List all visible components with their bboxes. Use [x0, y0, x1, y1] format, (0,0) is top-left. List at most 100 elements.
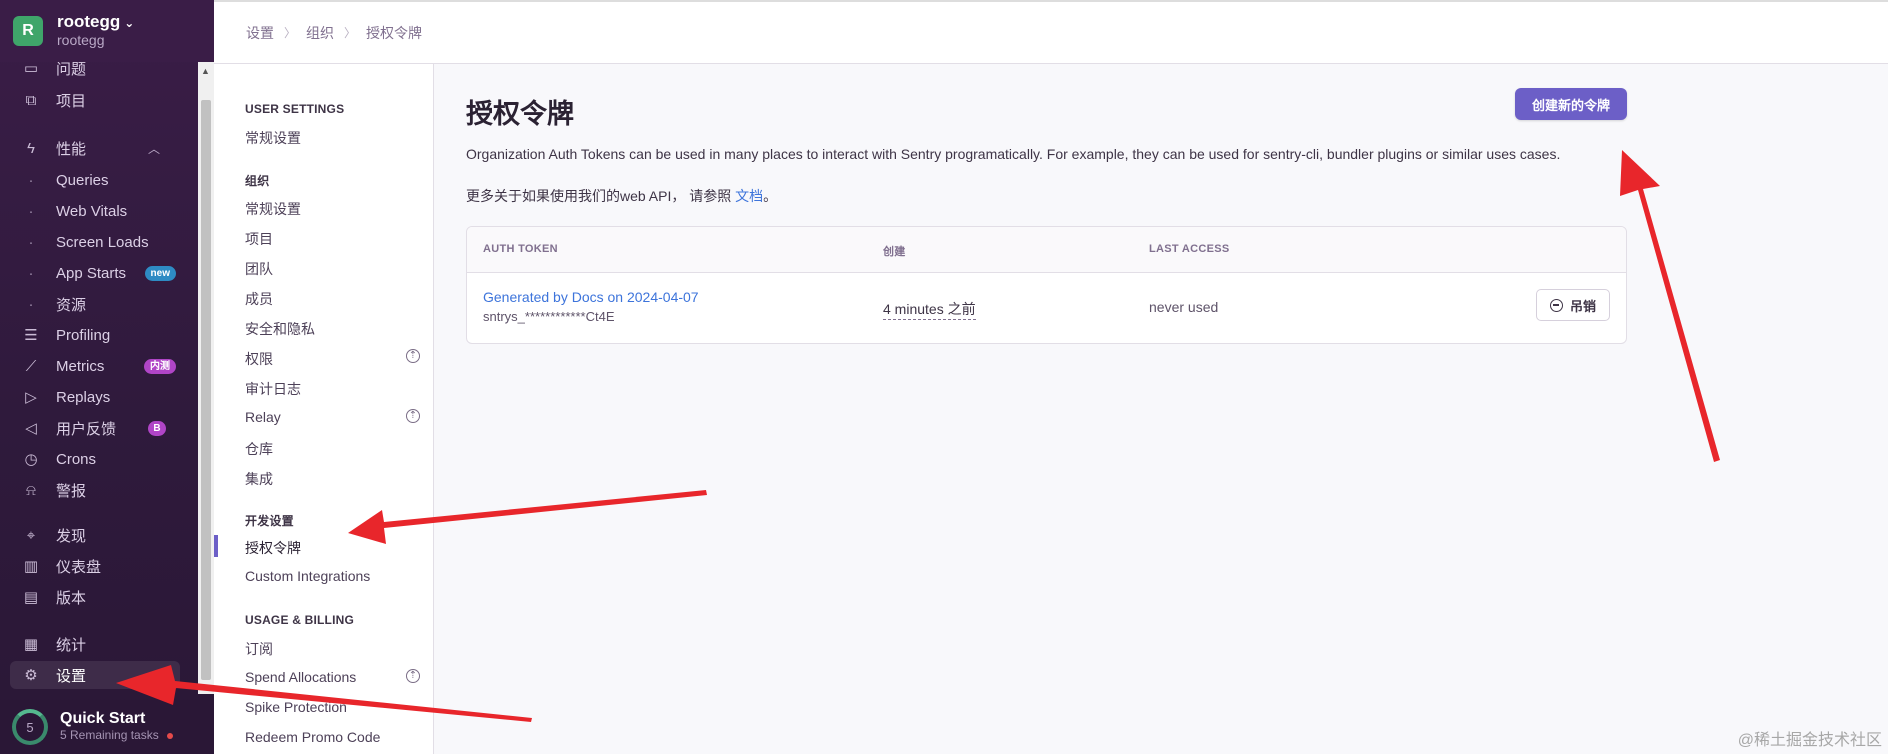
quick-start-title: Quick Start — [60, 710, 146, 727]
settings-org-projects[interactable]: 项目 — [245, 229, 420, 249]
billing-heading: USAGE & BILLING — [245, 613, 355, 627]
sidebar-item-queries[interactable]: · Queries — [0, 166, 190, 194]
user-settings-heading: USER SETTINGS — [245, 102, 345, 116]
auth-token-table: AUTH TOKEN 创建 LAST ACCESS Generated by D… — [466, 226, 1627, 344]
settings-org-permissions[interactable]: 权限 ⇡ — [245, 349, 420, 369]
docs-link[interactable]: 文档 — [735, 188, 763, 204]
chevron-down-icon: ⌄ — [124, 16, 135, 30]
sidebar-item-releases[interactable]: ▤ 版本 — [0, 583, 190, 611]
settings-org-relay-label: Relay — [245, 409, 281, 425]
api-docs-line: 更多关于如果使用我们的web API， 请参照 文档。 — [466, 186, 777, 206]
sidebar-item-replays[interactable]: ▷ Replays — [0, 383, 190, 411]
upgrade-icon: ⇡ — [406, 409, 420, 423]
quick-start-panel[interactable]: 5 Quick Start 5 Remaining tasks — [0, 700, 214, 754]
sidebar-item-stats[interactable]: ▦ 统计 — [0, 630, 190, 658]
settings-org-permissions-label: 权限 — [245, 351, 273, 367]
sidebar-item-discover[interactable]: ⌖ 发现 — [0, 521, 190, 549]
create-token-button[interactable]: 创建新的令牌 — [1515, 88, 1627, 120]
sidebar-item-app-starts[interactable]: · App Starts new — [0, 259, 190, 287]
settings-org-audit-log[interactable]: 审计日志 — [245, 379, 420, 399]
breadcrumb-settings[interactable]: 设置 — [246, 23, 274, 43]
sidebar-item-screen-loads[interactable]: · Screen Loads — [0, 228, 190, 256]
bullet-icon: · — [28, 202, 34, 220]
settings-user-general[interactable]: 常规设置 — [245, 128, 420, 148]
sidebar-item-projects[interactable]: ⧉ 项目 — [0, 86, 190, 114]
beta-badge: 内测 — [144, 358, 176, 374]
breadcrumb-organization[interactable]: 组织 — [306, 23, 334, 43]
table-header: AUTH TOKEN 创建 LAST ACCESS — [467, 227, 1626, 273]
settings-org-security[interactable]: 安全和隐私 — [245, 319, 420, 339]
gear-icon: ⚙ — [24, 667, 38, 684]
settings-dev-auth-tokens[interactable]: 授权令牌 — [245, 538, 420, 558]
header-created: 创建 — [883, 246, 906, 258]
token-name-link[interactable]: Generated by Docs on 2024-04-07 — [483, 289, 699, 305]
sidebar-item-web-vitals[interactable]: · Web Vitals — [0, 197, 190, 225]
settings-billing-spend-allocations-label: Spend Allocations — [245, 669, 357, 685]
org-avatar: R — [13, 16, 43, 46]
play-icon: ▷ — [25, 389, 37, 406]
settings-org-repos[interactable]: 仓库 — [245, 439, 420, 459]
breadcrumb-auth-tokens: 授权令牌 — [366, 24, 423, 41]
dashboard-icon: ▥ — [23, 558, 39, 575]
upgrade-icon: ⇡ — [406, 669, 420, 683]
settings-org-general[interactable]: 常规设置 — [245, 199, 420, 219]
settings-dev-custom-integrations[interactable]: Custom Integrations — [245, 568, 420, 584]
upgrade-icon: ⇡ — [406, 349, 420, 363]
bullet-icon: · — [28, 295, 34, 313]
bullet-icon: · — [28, 264, 34, 282]
quick-start-subtitle: 5 Remaining tasks — [60, 728, 159, 742]
settings-billing-spike-protection[interactable]: Spike Protection — [245, 699, 420, 715]
table-row: Generated by Docs on 2024-04-07 sntrys_*… — [467, 273, 1626, 343]
siren-icon: ⍾ — [26, 481, 36, 499]
header-last-access: LAST ACCESS — [1149, 243, 1230, 255]
sidebar-item-resources[interactable]: · 资源 — [0, 290, 190, 318]
chart-icon: ⟋ — [25, 357, 37, 375]
token-created: 4 minutes 之前 — [883, 299, 976, 320]
scroll-up-icon[interactable]: ▲ — [201, 66, 210, 76]
sidebar-scrollbar[interactable]: ▲ — [198, 62, 214, 694]
settings-org-members[interactable]: 成员 — [245, 289, 420, 309]
progress-ring: 5 — [12, 709, 48, 745]
chevron-right-icon: 〉 — [344, 26, 357, 40]
notification-dot — [166, 732, 173, 739]
clock-icon: ◷ — [24, 451, 38, 468]
revoke-label: 吊销 — [1569, 298, 1596, 314]
sidebar-item-performance[interactable]: ϟ 性能 ︿ — [0, 134, 190, 162]
sidebar-nav: ▭ 问题 ⧉ 项目 ϟ 性能 ︿ · Queries · Web Vitals … — [0, 60, 198, 694]
scrollbar-thumb[interactable] — [201, 100, 211, 680]
api-docs-prefix: 更多关于如果使用我们的web API， 请参照 — [466, 188, 736, 204]
org-name: rootegg — [57, 12, 121, 31]
org-switcher[interactable]: R rootegg ⌄ rootegg — [0, 0, 214, 62]
megaphone-icon: ◁ — [25, 420, 37, 437]
token-last-access: never used — [1149, 299, 1219, 315]
settings-org-relay[interactable]: Relay ⇡ — [245, 409, 420, 425]
new-badge: new — [144, 265, 176, 281]
sidebar-item-metrics[interactable]: ⟋ Metrics 内测 — [0, 352, 190, 380]
settings-org-integrations[interactable]: 集成 — [245, 469, 420, 489]
sidebar-item-crons[interactable]: ◷ Crons — [0, 445, 190, 473]
settings-org-teams[interactable]: 团队 — [245, 259, 420, 279]
main-content: 授权令牌 创建新的令牌 Organization Auth Tokens can… — [434, 64, 1888, 754]
page-description: Organization Auth Tokens can be used in … — [466, 146, 1561, 162]
page-title: 授权令牌 — [466, 99, 574, 129]
sidebar-item-alerts[interactable]: ⍾ 警报 — [0, 476, 190, 504]
settings-billing-spend-allocations[interactable]: Spend Allocations ⇡ — [245, 669, 420, 685]
collapse-chevron-icon[interactable]: ︿ — [148, 140, 160, 157]
org-heading: 组织 — [245, 174, 270, 188]
lightning-icon: ϟ — [27, 139, 35, 157]
sidebar-item-settings[interactable]: ⚙ 设置 — [10, 661, 180, 689]
b-badge: B — [148, 420, 166, 436]
bullet-icon: · — [28, 233, 34, 251]
sidebar-item-user-feedback[interactable]: ◁ 用户反馈 B — [0, 414, 190, 442]
watermark: @稀土掘金技术社区 — [1737, 732, 1882, 749]
sidebar-item-dashboards[interactable]: ▥ 仪表盘 — [0, 552, 190, 580]
stats-icon: ▦ — [23, 636, 39, 653]
header-auth-token: AUTH TOKEN — [483, 243, 558, 255]
breadcrumb: 设置 〉 组织 〉 授权令牌 — [214, 0, 1888, 64]
revoke-button[interactable]: 吊销 — [1536, 289, 1610, 321]
settings-billing-promo-code[interactable]: Redeem Promo Code — [245, 729, 420, 745]
api-docs-suffix: 。 — [763, 188, 778, 204]
main-sidebar: ▭ 问题 ⧉ 项目 ϟ 性能 ︿ · Queries · Web Vitals … — [0, 0, 214, 754]
sidebar-item-profiling[interactable]: ☰ Profiling — [0, 321, 190, 349]
settings-billing-subscription[interactable]: 订阅 — [245, 639, 420, 659]
